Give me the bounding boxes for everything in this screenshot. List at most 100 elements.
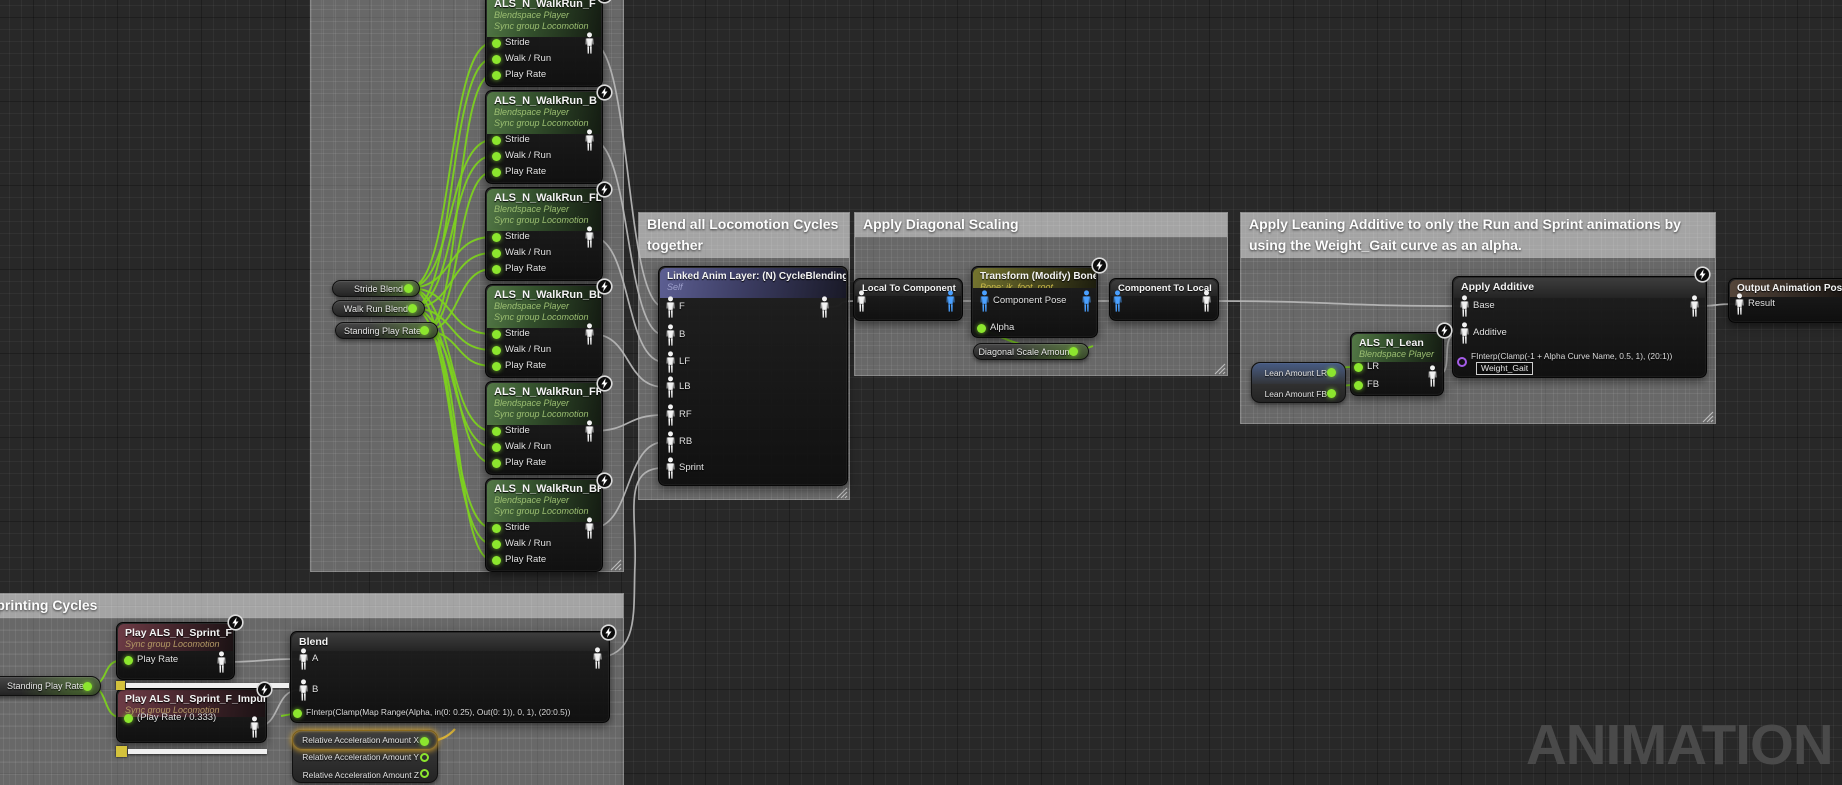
float-pin[interactable] (977, 324, 986, 333)
float-pin[interactable] (492, 39, 501, 48)
pose-pin-icon[interactable] (665, 351, 676, 378)
pose-pin-icon[interactable] (1459, 295, 1470, 322)
float-pin[interactable] (492, 249, 501, 258)
pin-label: Play Rate (505, 69, 546, 80)
float-pin[interactable] (492, 152, 501, 161)
pin-label: A (312, 653, 318, 664)
float-pin[interactable] (492, 459, 501, 468)
float-pin[interactable] (492, 233, 501, 242)
pose-pin-icon[interactable] (584, 420, 595, 447)
curve-name-input[interactable]: Weight_Gait (1476, 362, 1533, 375)
float-pin[interactable] (1069, 347, 1078, 356)
float-pin[interactable] (492, 540, 501, 549)
node-subtitle: Sync group Locomotion (487, 312, 601, 323)
float-pin[interactable] (1354, 381, 1363, 390)
pulse-badge (600, 624, 617, 641)
pulse-badge (596, 472, 613, 489)
variable-group-relative-acceleration-amounts[interactable]: Relative Acceleration Amount XRelative A… (292, 730, 438, 783)
pose-pin-icon[interactable] (665, 431, 676, 458)
pin-label: Alpha (990, 322, 1014, 333)
float-pin[interactable] (492, 330, 501, 339)
float-pin[interactable] (293, 709, 302, 718)
component-pose-pin-icon[interactable] (1081, 290, 1092, 317)
float-pin[interactable] (83, 682, 92, 691)
variable-row[interactable]: Relative Acceleration Amount Y (293, 749, 437, 767)
float-pin[interactable] (1327, 389, 1336, 398)
pin-label: Play Rate (505, 263, 546, 274)
node-header: Transform (Modify) BoneBone: ik_foot_roo… (973, 268, 1096, 288)
pulse-badge (596, 0, 613, 4)
float-pin[interactable] (492, 427, 501, 436)
node-subtitle: Bone: ik_foot_root (973, 282, 1096, 288)
float-pin[interactable] (420, 753, 429, 762)
float-pin[interactable] (420, 769, 429, 778)
pose-pin-icon[interactable] (584, 32, 595, 59)
float-pin[interactable] (492, 168, 501, 177)
float-pin[interactable] (492, 71, 501, 80)
float-pin[interactable] (124, 656, 133, 665)
float-pin[interactable] (408, 304, 417, 313)
component-pose-pin-icon[interactable] (1112, 290, 1123, 317)
pin-label: Base (1473, 300, 1495, 311)
pose-pin-icon[interactable] (216, 651, 227, 678)
pose-pin-icon[interactable] (592, 647, 603, 674)
pose-pin-icon[interactable] (584, 517, 595, 544)
pin-label: FInterp(Clamp(Map Range(Alpha, in(0: 0.2… (306, 707, 570, 717)
component-pose-pin-icon[interactable] (945, 290, 956, 317)
float-pin[interactable] (124, 714, 133, 723)
pin-label: LF (679, 356, 690, 367)
pin-label: Play Rate (505, 554, 546, 565)
node-output-animation-pose[interactable]: Output Animation Pose (1728, 278, 1842, 323)
node-subtitle: Sync group Locomotion (118, 639, 233, 650)
pose-pin-icon[interactable] (1734, 293, 1745, 320)
float-pin[interactable] (492, 362, 501, 371)
float-pin[interactable] (492, 556, 501, 565)
float-pin[interactable] (404, 284, 413, 293)
pose-pin-icon[interactable] (1427, 365, 1438, 392)
pose-pin-icon[interactable] (819, 296, 830, 323)
pose-pin-icon[interactable] (1201, 290, 1212, 317)
node-header: ALS_N_LeanBlendspace Player (1352, 334, 1442, 362)
float-pin[interactable] (1354, 363, 1363, 372)
node-header: ALS_N_WalkRun_FRBlendspace PlayerSync gr… (487, 383, 601, 425)
float-pin[interactable] (492, 524, 501, 533)
pin-label: B (679, 329, 685, 340)
node-title: Blend (292, 633, 608, 648)
pose-pin-icon[interactable] (298, 648, 309, 675)
pose-pin-icon[interactable] (665, 296, 676, 323)
pose-pin-icon[interactable] (249, 716, 260, 743)
pose-pin-icon[interactable] (1689, 295, 1700, 322)
float-pin[interactable] (492, 265, 501, 274)
pose-pin-icon[interactable] (1459, 322, 1470, 349)
node-header: Play ALS_N_Sprint_FSync group Locomotion (118, 624, 233, 651)
pose-pin-icon[interactable] (584, 226, 595, 253)
pose-pin-icon[interactable] (298, 679, 309, 706)
float-pin[interactable] (492, 443, 501, 452)
animgraph-canvas[interactable]: ANIMATION Blend all Locomotion Cycles to… (0, 0, 1842, 785)
pose-pin-icon[interactable] (665, 376, 676, 403)
pulse-badge (1436, 322, 1453, 339)
component-pose-pin-icon[interactable] (979, 290, 990, 317)
pose-pin-icon[interactable] (665, 457, 676, 484)
variable-row[interactable]: Relative Acceleration Amount X (293, 731, 437, 749)
float-pin[interactable] (420, 326, 429, 335)
pose-pin-icon[interactable] (584, 129, 595, 156)
pin-label: Walk / Run (505, 344, 551, 355)
playback-progress-bar (128, 749, 267, 754)
node-title: ALS_N_WalkRun_FL (487, 189, 601, 204)
pose-pin-icon[interactable] (665, 404, 676, 431)
pin-label: FInterp(Clamp(-1 + Alpha Curve Name, 0.5… (1471, 351, 1672, 361)
pose-pin-icon[interactable] (584, 323, 595, 350)
float-pin[interactable] (492, 136, 501, 145)
alpha-pin[interactable] (1457, 357, 1467, 367)
node-title: Apply Additive (1454, 278, 1705, 293)
float-pin[interactable] (1327, 368, 1336, 377)
pose-pin-icon[interactable] (856, 290, 867, 317)
node-subtitle: Blendspace Player (487, 495, 601, 506)
pose-pin-icon[interactable] (665, 324, 676, 351)
float-pin[interactable] (492, 55, 501, 64)
float-pin[interactable] (492, 346, 501, 355)
float-pin[interactable] (420, 737, 429, 746)
variable-row[interactable]: Relative Acceleration Amount Z (293, 766, 437, 784)
node-subtitle: Self (660, 282, 846, 293)
